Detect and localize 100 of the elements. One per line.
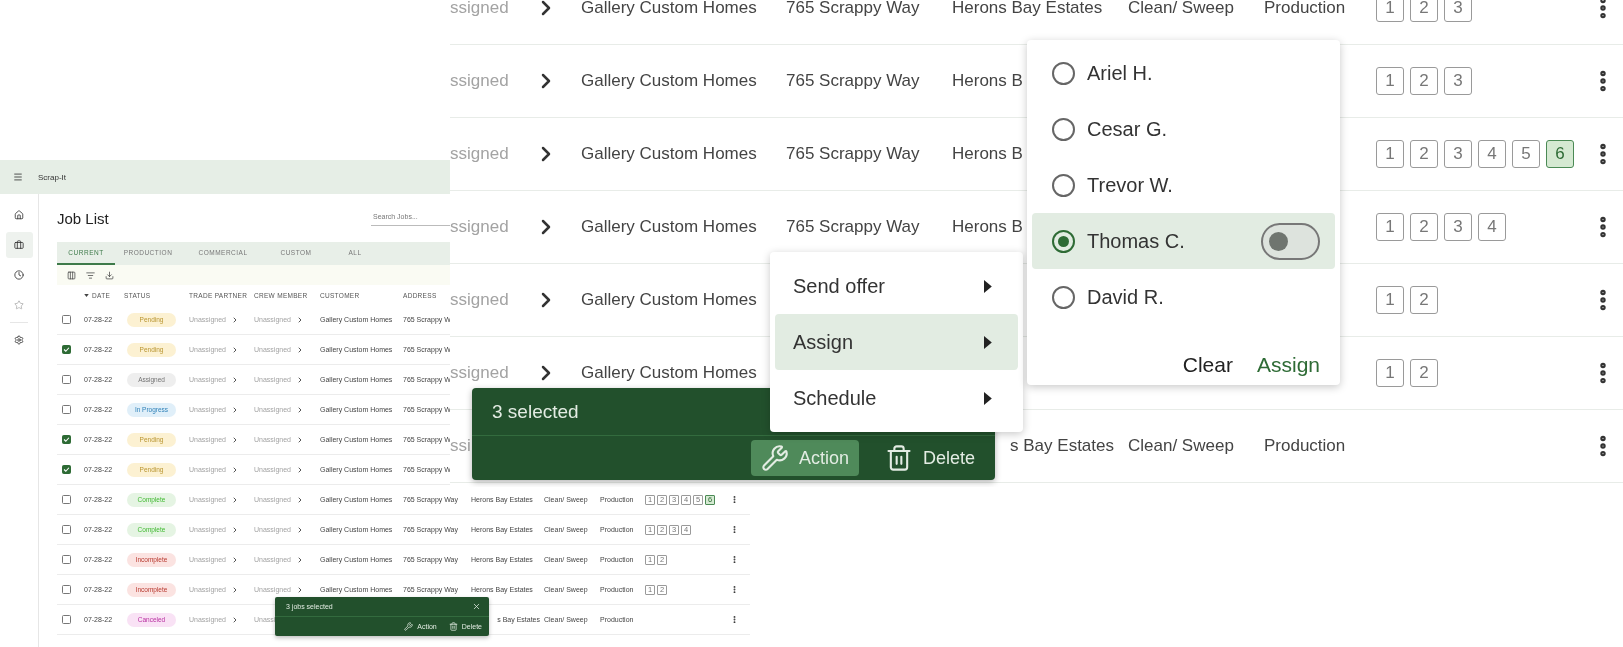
clear-button[interactable]: Clear [1174, 347, 1241, 383]
more-icon[interactable] [730, 495, 739, 504]
radio-button[interactable] [1052, 285, 1075, 309]
step-box[interactable]: 2 [1410, 67, 1438, 95]
step-box[interactable]: 5 [1512, 140, 1540, 168]
customer-cell: Gallery Custom Homes [581, 363, 757, 383]
crew-option[interactable]: Thomas C. [1032, 213, 1335, 269]
step-box[interactable]: 1 [1376, 67, 1404, 95]
crew-option[interactable]: Cesar G. [1032, 101, 1335, 157]
sort-caret-icon[interactable] [84, 293, 89, 297]
address-cell: 765 Scrappy Way [786, 144, 920, 164]
customer-cell: Gallery Custom Homes [581, 290, 757, 310]
address-cell: 765 Scrappy Way [786, 0, 920, 18]
row-checkbox[interactable] [62, 555, 71, 564]
address-cell: 765 Scrappy Way [786, 217, 920, 237]
caret-icon [984, 279, 992, 293]
menu-icon[interactable] [13, 172, 23, 182]
row-checkbox[interactable] [62, 315, 71, 324]
row-checkbox[interactable] [62, 375, 71, 384]
wrench-icon [404, 622, 414, 631]
caret-icon [984, 391, 992, 405]
home-icon [14, 210, 24, 220]
more-icon[interactable] [730, 525, 739, 534]
toggle-switch[interactable] [1261, 222, 1320, 260]
caret-icon [984, 335, 992, 349]
category-cell: Production [1264, 0, 1346, 18]
filter-icon[interactable] [86, 270, 95, 280]
radio-button[interactable] [1052, 61, 1075, 85]
crew-option[interactable]: David R. [1032, 269, 1335, 325]
crew-member-cell: ssigned [450, 144, 509, 164]
row-checkbox[interactable] [62, 435, 71, 444]
crew-member-cell: ssigned [450, 363, 509, 383]
address-cell: 765 Scrappy Way [786, 71, 920, 91]
row-checkbox[interactable] [62, 615, 71, 624]
clock-icon [14, 270, 24, 280]
app-title: Scrap-It [38, 172, 66, 182]
columns-icon[interactable] [67, 270, 76, 280]
step-box[interactable]: 3 [1444, 0, 1472, 22]
menu-item[interactable]: Send offer [775, 258, 1018, 314]
menu-item[interactable]: Schedule [775, 370, 1018, 426]
customer-cell: Gallery Custom Homes [581, 217, 757, 237]
row-checkbox[interactable] [62, 405, 71, 414]
more-icon[interactable] [730, 555, 739, 564]
step-box[interactable]: 1 [1376, 286, 1404, 314]
row-checkbox[interactable] [62, 345, 71, 354]
crew-option[interactable]: Ariel H. [1032, 45, 1335, 101]
step-box[interactable]: 3 [1444, 140, 1472, 168]
trade-cell: Clean/ Sweep [1128, 436, 1234, 456]
radio-button[interactable] [1052, 173, 1075, 197]
step-box[interactable]: 4 [1478, 213, 1506, 241]
crew-member-cell: ssigned [450, 0, 509, 18]
action-button[interactable]: Action [750, 440, 859, 476]
step-box[interactable]: 2 [1410, 359, 1438, 387]
more-icon[interactable] [730, 585, 739, 594]
row-checkbox[interactable] [62, 495, 71, 504]
menu-item-label: Send offer [793, 274, 885, 298]
step-box[interactable]: 1 [1376, 213, 1404, 241]
option-label: Trevor W. [1087, 173, 1174, 197]
row-checkbox[interactable] [62, 525, 71, 534]
row-checkbox[interactable] [62, 465, 71, 474]
step-box[interactable]: 6 [1546, 140, 1574, 168]
step-box[interactable]: 1 [1376, 140, 1404, 168]
step-box[interactable]: 1 [1376, 359, 1404, 387]
step-box[interactable]: 3 [1444, 67, 1472, 95]
crew-member-cell: ssi [450, 436, 471, 456]
briefcase-icon [14, 240, 24, 250]
radio-button[interactable] [1052, 229, 1075, 253]
customer-cell: Gallery Custom Homes [581, 71, 757, 91]
settings-icon [14, 335, 24, 345]
snackbar-title: 3 selected [492, 400, 579, 423]
step-box[interactable]: 3 [1444, 213, 1472, 241]
assign-button[interactable]: Assign [1248, 347, 1328, 383]
customer-cell: Gallery Custom Homes [581, 0, 757, 18]
nav-button[interactable] [5, 232, 33, 258]
subdivision-cell: Herons B [952, 144, 1023, 164]
step-box[interactable]: 1 [1376, 0, 1404, 22]
crew-member-cell: ssigned [450, 71, 509, 91]
trash-icon [448, 622, 458, 631]
radio-button[interactable] [1052, 117, 1075, 141]
subdivision-cell-text: s Bay Estates [1010, 436, 1115, 456]
crew-member-cell: ssigned [450, 290, 509, 310]
subdivision-cell: Herons B [952, 71, 1023, 91]
row-checkbox[interactable] [62, 585, 71, 594]
trade-cell: Clean/ Sweep [1128, 0, 1234, 18]
subdivision-cell: Herons B [952, 217, 1023, 237]
close-button[interactable] [472, 602, 481, 611]
more-icon[interactable] [730, 615, 739, 624]
category-cell: Production [1264, 436, 1346, 456]
menu-item[interactable]: Assign [775, 314, 1018, 370]
step-box[interactable]: 4 [1478, 140, 1506, 168]
download-icon[interactable] [105, 270, 114, 280]
option-label: Cesar G. [1087, 117, 1169, 141]
step-box[interactable]: 2 [1410, 286, 1438, 314]
delete-button[interactable]: Delete [874, 440, 985, 476]
step-box[interactable]: 2 [1410, 0, 1438, 22]
crew-option[interactable]: Trevor W. [1032, 157, 1335, 213]
subdivision-cell: Herons Bay Estates [952, 0, 1103, 18]
step-box[interactable]: 2 [1410, 140, 1438, 168]
crew-member-cell: ssigned [450, 217, 509, 237]
step-box[interactable]: 2 [1410, 213, 1438, 241]
